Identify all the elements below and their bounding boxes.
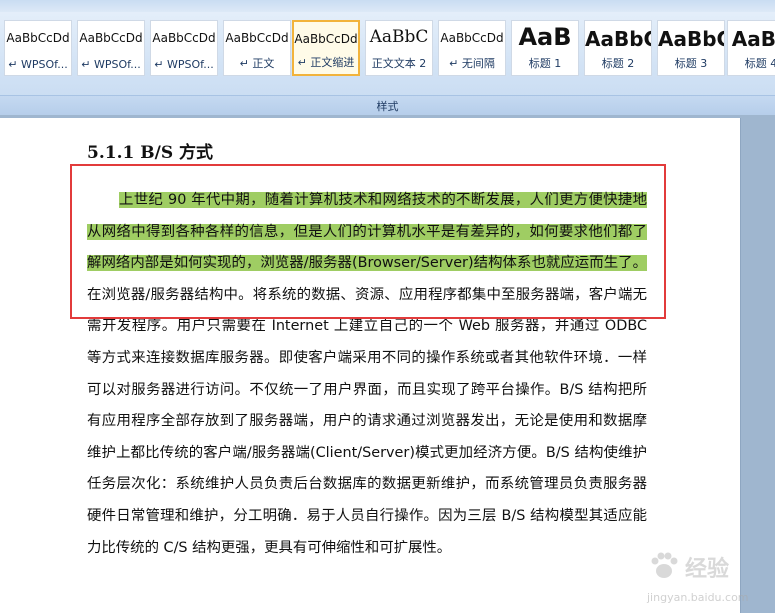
watermark-url: jingyan.baidu.com — [647, 591, 749, 604]
style-preview: AaBbCcDd — [440, 31, 504, 45]
style-tile[interactable]: AaBbCcDd ↵ 正文 — [223, 20, 291, 76]
body-paragraph[interactable]: 上世纪 90 年代中期，随着计算机技术和网络技术的不断发展，人们更方便快捷地从网… — [87, 185, 647, 564]
style-tile[interactable]: AaBbC 标题 2 — [584, 20, 652, 76]
style-preview: AaB — [518, 23, 572, 51]
style-label: 标题 2 — [601, 57, 635, 70]
style-label: 标题 3 — [674, 57, 708, 70]
style-label: ↵ 正文缩进 — [297, 56, 355, 69]
ribbon-top-edge — [0, 0, 775, 12]
style-preview: AaBbCcDd — [6, 31, 70, 45]
style-label: ↵ 无间隔 — [449, 57, 495, 70]
plain-text[interactable]: 在浏览器/服务器结构中。将系统的数据、资源、应用程序都集中至服务器端，客户端无需… — [87, 287, 647, 556]
style-preview: AaBbCcDd — [294, 32, 358, 46]
watermark-text: 经验 — [685, 557, 730, 582]
style-tile[interactable]: AaBbCcDd ↵ WPSOf... — [77, 20, 145, 76]
style-preview: AaBbCcDd — [225, 31, 289, 45]
style-tile[interactable]: AaBbCcDd ↵ 正文缩进 — [292, 20, 360, 76]
style-label: 标题 1 — [528, 57, 562, 70]
style-tile[interactable]: AaBbCcDd ↵ WPSOf... — [4, 20, 72, 76]
style-preview: AaBb — [731, 27, 775, 51]
style-label: 标题 4 — [744, 57, 775, 70]
watermark: 经验 jingyan.baidu.com — [647, 549, 767, 609]
style-tile[interactable]: AaB 标题 1 — [511, 20, 579, 76]
style-preview: AaBbC — [369, 27, 429, 47]
style-preview: AaBbC — [658, 27, 724, 51]
style-tile[interactable]: AaBbCcDd ↵ 无间隔 — [438, 20, 506, 76]
styles-ribbon: AaBbCcDd ↵ WPSOf... AaBbCcDd ↵ WPSOf... AaBb… — [0, 0, 775, 116]
paw-icon — [651, 552, 678, 578]
style-tile[interactable]: AaBb 标题 4 — [727, 20, 775, 76]
style-label: ↵ WPSOf... — [8, 58, 68, 71]
style-tile[interactable]: AaBbC 正文文本 2 — [365, 20, 433, 76]
style-tile[interactable]: AaBbCcDd ↵ WPSOf... — [150, 20, 218, 76]
style-tile[interactable]: AaBbC 标题 3 — [657, 20, 725, 76]
style-label: ↵ WPSOf... — [81, 58, 141, 71]
style-label: ↵ WPSOf... — [154, 58, 214, 71]
style-preview: AaBbCcDd — [152, 31, 216, 45]
style-preview: AaBbC — [585, 27, 651, 51]
styles-group-label: 样式 — [376, 100, 399, 113]
style-label: ↵ 正文 — [239, 57, 275, 70]
style-label: 正文文本 2 — [371, 57, 427, 70]
section-heading: 5.1.1 B/S 方式 — [87, 143, 214, 163]
style-preview: AaBbCcDd — [79, 31, 143, 45]
highlighted-text[interactable]: 上世纪 90 年代中期，随着计算机技术和网络技术的不断发展，人们更方便快捷地从网… — [87, 192, 647, 272]
styles-group-bar: 样式 — [0, 95, 775, 116]
